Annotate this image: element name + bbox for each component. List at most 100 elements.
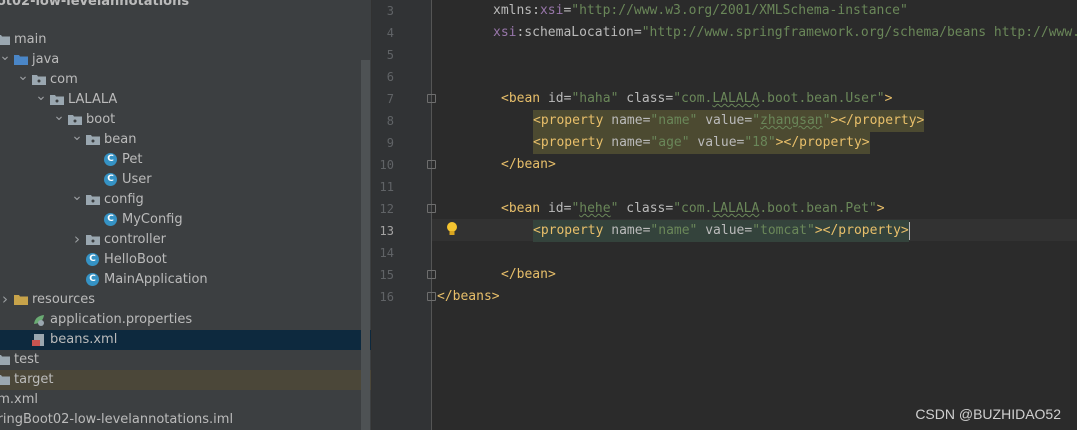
token: hehe (579, 201, 611, 216)
chevron-down-icon[interactable]: ⌄ (17, 69, 29, 90)
token: <property (533, 223, 604, 238)
xml-file-icon (32, 333, 46, 346)
token: "http://www.springframework.org/schema/b… (641, 25, 1077, 40)
tree-item-label: target (14, 372, 54, 387)
token: "com. (673, 91, 713, 106)
tree-item-com[interactable]: ⌄ com (0, 69, 371, 90)
tree-item-label: resources (32, 292, 96, 307)
tree-item-test[interactable]: test (0, 350, 371, 370)
tree-item-label: java (32, 52, 60, 67)
token: class (626, 201, 666, 216)
module-title[interactable]: Boot02-low-levelannotations (0, 0, 349, 12)
package-icon (86, 234, 100, 245)
line-number: 16 (379, 290, 394, 304)
tree-item-label: boot (86, 112, 116, 127)
tree-item-label: test (14, 352, 39, 367)
tree-item-label: com (50, 72, 78, 87)
tree-item-label: SpringBoot02-low-levelannotations.iml (0, 412, 234, 427)
token: " (752, 113, 761, 128)
token: ></property> (814, 223, 909, 238)
tree-item-config[interactable]: ⌄ config (0, 189, 371, 210)
line-number: 14 (379, 246, 394, 260)
text-caret (908, 222, 910, 240)
project-scrollbar[interactable] (361, 60, 370, 430)
token: "name" (650, 223, 698, 238)
properties-file-icon (32, 313, 46, 326)
token: = (633, 25, 642, 40)
tree-item-label: HelloBoot (104, 252, 167, 267)
code-line-4: xsi:schemaLocation="http://www.springfra… (493, 22, 1077, 44)
tree-item-controller[interactable]: › controller (0, 230, 371, 250)
token: </bean> (501, 267, 556, 282)
chevron-right-icon[interactable]: › (71, 230, 83, 250)
tree-item-springboot02-low-levelannotations-iml[interactable]: SpringBoot02-low-levelannotations.iml (0, 410, 371, 430)
line-number: 8 (386, 114, 394, 128)
token: .boot.bean.Pet" (759, 201, 877, 216)
tree-item-helloboot[interactable]: C HelloBoot (0, 250, 371, 270)
code-line-12: <bean id="hehe" class="com.LALALA.boot.b… (501, 201, 885, 216)
token: "com. (673, 201, 713, 216)
token: </bean> (501, 157, 556, 172)
code-line-8: <property name="name" value="zhangsan"><… (533, 110, 925, 132)
tree-item-label: MyConfig (122, 212, 183, 227)
chevron-right-icon[interactable]: › (0, 290, 11, 310)
token: "haha" (571, 91, 619, 106)
fold-marker[interactable] (427, 94, 436, 103)
code-line-15: </bean> (501, 264, 556, 286)
token: " (610, 201, 619, 216)
chevron-down-icon[interactable]: ⌄ (71, 129, 83, 150)
code-line-10: </bean> (501, 154, 556, 176)
tree-item-pom-xml[interactable]: pom.xml (0, 390, 371, 410)
fold-marker[interactable] (427, 204, 436, 213)
chevron-down-icon[interactable]: ⌄ (0, 49, 11, 70)
token: ></property> (830, 113, 925, 128)
class-icon: C (104, 173, 117, 186)
fold-marker[interactable] (427, 160, 436, 169)
tree-item-pet[interactable]: C Pet (0, 150, 371, 170)
project-tool-window: ⌄main⌄java⌄com⌄LALALA⌄boot⌄beanCPetCUser… (0, 0, 371, 430)
watermark: CSDN @BUZHIDAO52 (915, 406, 1061, 422)
token: ></property> (775, 135, 870, 150)
tree-item-label: application.properties (50, 312, 193, 327)
tree-item-beans-xml[interactable]: beans.xml (0, 330, 371, 350)
code-line-16: </beans> (437, 286, 500, 308)
class-icon: C (86, 273, 99, 286)
package-icon (68, 114, 82, 125)
fold-marker[interactable] (427, 292, 436, 301)
token: :schemaLocation (516, 25, 634, 40)
tree-item-myconfig[interactable]: C MyConfig (0, 210, 371, 230)
tree-item-label: bean (104, 132, 137, 147)
tree-item-target[interactable]: target (0, 370, 371, 390)
fold-marker[interactable] (427, 270, 436, 279)
tree-item-label: config (104, 192, 144, 207)
code-line-9: <property name="age" value="18"></proper… (533, 132, 870, 154)
folder-icon (0, 354, 10, 365)
class-icon: C (86, 253, 99, 266)
tree-item-resources[interactable]: › resources (0, 290, 371, 310)
token: <property (533, 113, 604, 128)
token: <property (533, 135, 604, 150)
token: "name" (650, 113, 698, 128)
token: "age" (650, 135, 690, 150)
code-line-13: <property name="name" value="tomcat"></p… (533, 220, 909, 242)
tree-item-application-properties[interactable]: application.properties (0, 310, 371, 330)
tree-item-lalala[interactable]: ⌄ LALALA (0, 89, 371, 110)
tree-item-java[interactable]: ⌄ java (0, 49, 371, 70)
tree-item-mainapplication[interactable]: C MainApplication (0, 270, 371, 290)
tree-item-main[interactable]: ⌄main (0, 30, 371, 50)
line-number: 3 (386, 4, 394, 18)
code-editor[interactable]: 3 4 5 6 7 8 9 10 11 12 13 14 15 16 xmlns:xsi="http://… (372, 0, 1077, 430)
tree-item-user[interactable]: C User (0, 170, 371, 190)
tree-item-boot[interactable]: ⌄ boot (0, 109, 371, 130)
chevron-down-icon[interactable]: ⌄ (71, 189, 83, 210)
folder-icon (14, 294, 28, 305)
chevron-down-icon[interactable]: ⌄ (53, 109, 65, 130)
chevron-down-icon[interactable]: ⌄ (35, 89, 47, 110)
intention-bulb-icon[interactable] (446, 221, 458, 235)
tree-item-bean[interactable]: ⌄ bean (0, 129, 371, 150)
line-number: 11 (379, 180, 394, 194)
token: xmlns: (493, 3, 540, 18)
token: <bean (501, 91, 541, 106)
package-icon (50, 94, 64, 105)
token: .boot.bean.User" (759, 91, 885, 106)
